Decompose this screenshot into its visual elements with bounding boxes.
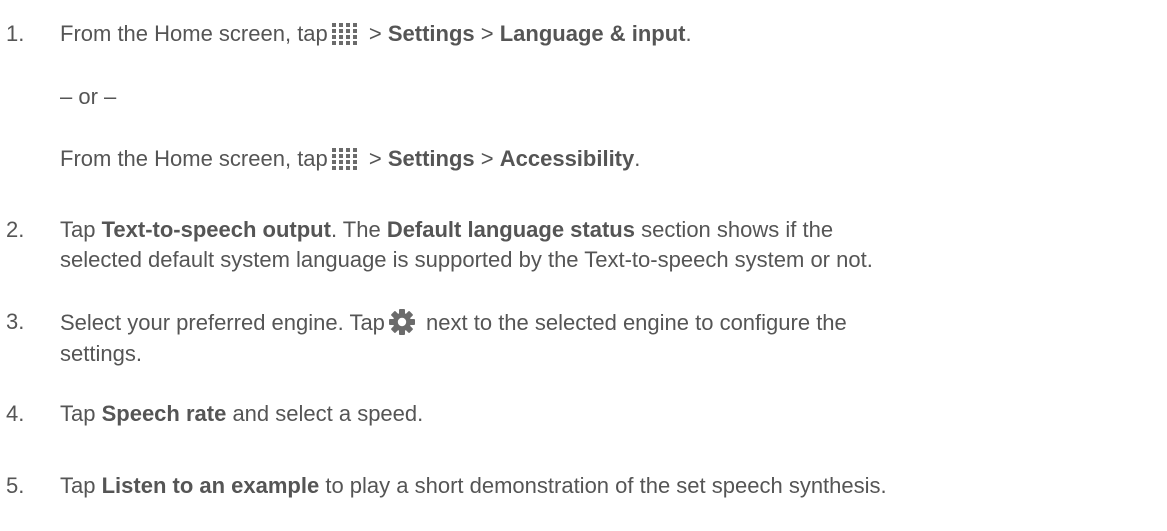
language-input-label: Language & input (499, 21, 686, 46)
step-number: 5. (6, 473, 25, 498)
accessibility-label: Accessibility (499, 146, 635, 171)
step-number: 3. (6, 309, 25, 334)
apps-grid-icon (331, 148, 357, 170)
step-text: Tap Text-to-speech output. The Default l… (60, 217, 834, 242)
step-text: From the Home screen, tap > Settings > L… (60, 21, 692, 46)
speech-rate-label: Speech rate (101, 401, 227, 426)
step-text: Tap Listen to an example to play a short… (60, 473, 887, 498)
step-text: Tap Speech rate and select a speed. (60, 401, 424, 426)
step-number: 1. (6, 21, 25, 46)
tts-output-label: Text-to-speech output (101, 217, 331, 242)
step-number: 4. (6, 401, 25, 426)
step-text: Select your preferred engine. Tap next t… (60, 309, 847, 335)
settings-label: Settings (387, 146, 475, 171)
settings-label: Settings (387, 21, 475, 46)
step-text: From the Home screen, tap > Settings > A… (60, 146, 641, 171)
default-language-status-label: Default language status (386, 217, 635, 242)
listen-example-label: Listen to an example (101, 473, 320, 498)
apps-grid-icon (331, 23, 357, 45)
step-number: 2. (6, 217, 25, 242)
settings-gear-icon (388, 309, 415, 335)
